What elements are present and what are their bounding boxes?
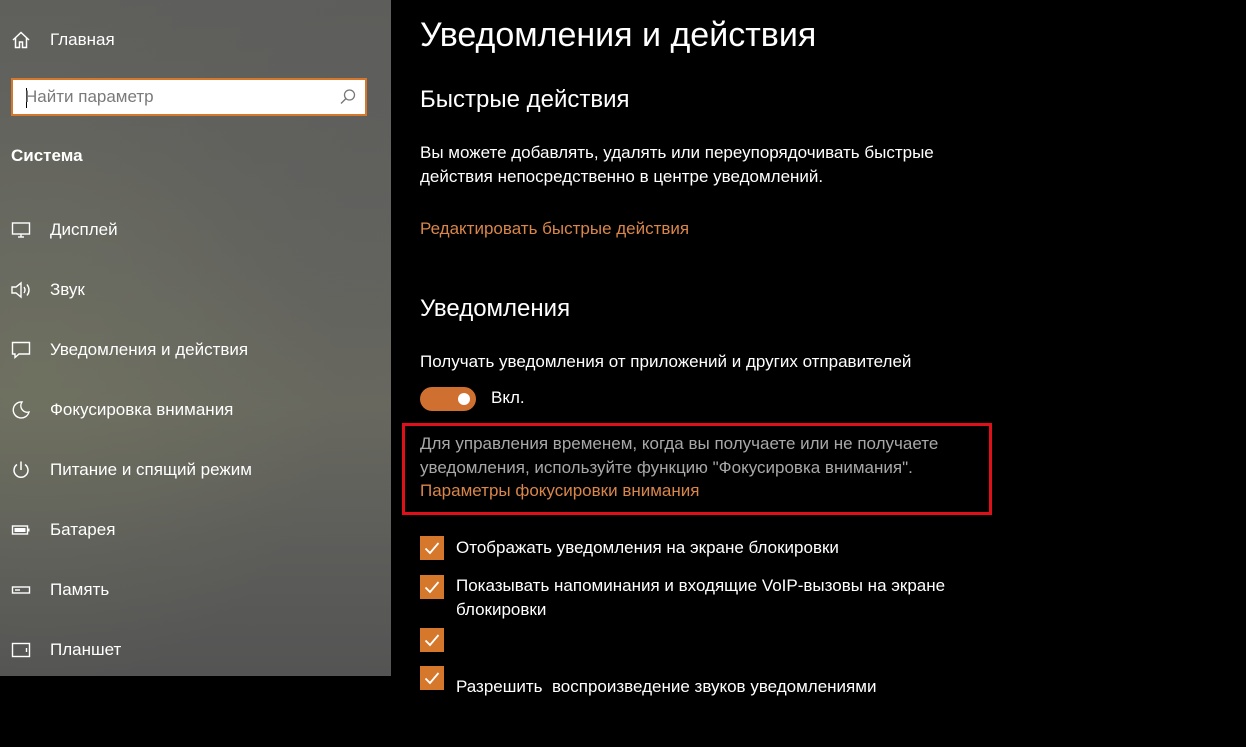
page-title: Уведомления и действия (420, 16, 817, 54)
sidebar-item-label: Уведомления и действия (50, 340, 249, 359)
sidebar-item-label: Память (50, 580, 110, 599)
search-box[interactable] (11, 78, 367, 116)
checkbox-label: Отображать уведомления на экране блокиро… (456, 536, 976, 560)
checkbox[interactable] (420, 536, 444, 560)
sidebar-item-label: Планшет (50, 640, 122, 659)
sidebar-item-display[interactable]: Дисплей (0, 210, 391, 250)
description-line: Вы можете добавлять, удалять или переупо… (420, 143, 934, 162)
sidebar-item-power[interactable]: Питание и спящий режим (0, 450, 391, 490)
speaker-icon (10, 279, 32, 301)
sidebar-item-notifications[interactable]: Уведомления и действия (0, 330, 391, 370)
checkmark-icon (424, 581, 440, 594)
sidebar: Главная Система Дисплей Звук Уведомления… (0, 0, 391, 676)
checkmark-icon (424, 542, 440, 555)
nav-home-label: Главная (50, 30, 115, 49)
sidebar-item-storage[interactable]: Память (0, 570, 391, 610)
sidebar-item-sound[interactable]: Звук (0, 270, 391, 310)
checkbox-label-line: блокировки (456, 600, 547, 619)
focus-text-line: уведомления, используйте функцию "Фокуси… (420, 458, 913, 477)
quick-actions-heading: Быстрые действия (420, 86, 630, 113)
tablet-icon (10, 639, 32, 661)
checkbox-label-line: Разрешить воспроизведение звуков уведомл… (456, 677, 877, 696)
checkbox[interactable] (420, 575, 444, 599)
notifications-heading: Уведомления (420, 295, 571, 322)
toggle-state-label: Вкл. (491, 388, 525, 407)
sidebar-item-battery[interactable]: Батарея (0, 510, 391, 550)
focus-text-line: Для управления временем, когда вы получа… (420, 434, 939, 453)
checkmark-icon (424, 634, 440, 647)
sidebar-item-label: Фокусировка внимания (50, 400, 234, 419)
sidebar-item-label: Питание и спящий режим (50, 460, 252, 479)
checkbox-label-line: Показывать напоминания и входящие VoIP-в… (456, 576, 946, 595)
display-icon (10, 219, 32, 241)
section-title: Система (11, 146, 83, 165)
storage-icon (10, 579, 32, 601)
main-panel: Уведомления и действия Быстрые действия … (391, 0, 1246, 696)
sidebar-item-tablet[interactable]: Планшет (0, 630, 391, 670)
nav-home[interactable]: Главная (0, 20, 391, 60)
edit-quick-actions-link[interactable]: Редактировать быстрые действия (420, 219, 689, 239)
checkbox[interactable] (420, 666, 444, 690)
search-icon[interactable] (339, 88, 357, 106)
checkbox-label: Показывать напоминания и входящие VoIP-в… (456, 574, 976, 622)
sidebar-item-label: Звук (50, 280, 85, 299)
power-icon (10, 459, 32, 481)
sidebar-item-label: Дисплей (50, 220, 118, 239)
toggle-knob (458, 393, 470, 405)
focus-assist-settings-link[interactable]: Параметры фокусировки внимания (420, 481, 699, 501)
checkbox[interactable] (420, 628, 444, 652)
get-notifications-label: Получать уведомления от приложений и дру… (420, 352, 912, 371)
search-input[interactable] (25, 80, 325, 114)
notifications-toggle[interactable] (420, 387, 476, 411)
checkbox-label: Разрешить воспроизведение звуков уведомл… (456, 627, 976, 747)
focus-assist-text: Для управления временем, когда вы получа… (420, 432, 980, 480)
quick-actions-description: Вы можете добавлять, удалять или переупо… (420, 141, 934, 189)
checkmark-icon (424, 672, 440, 685)
sidebar-item-focus[interactable]: Фокусировка внимания (0, 390, 391, 430)
home-icon (10, 29, 32, 51)
moon-icon (10, 399, 32, 421)
sidebar-item-label: Батарея (50, 520, 116, 539)
notification-icon (10, 339, 32, 361)
description-line: действия непосредственно в центре уведом… (420, 167, 824, 186)
battery-icon (10, 519, 32, 541)
checkbox-label-line: Отображать уведомления на экране блокиро… (456, 538, 839, 557)
